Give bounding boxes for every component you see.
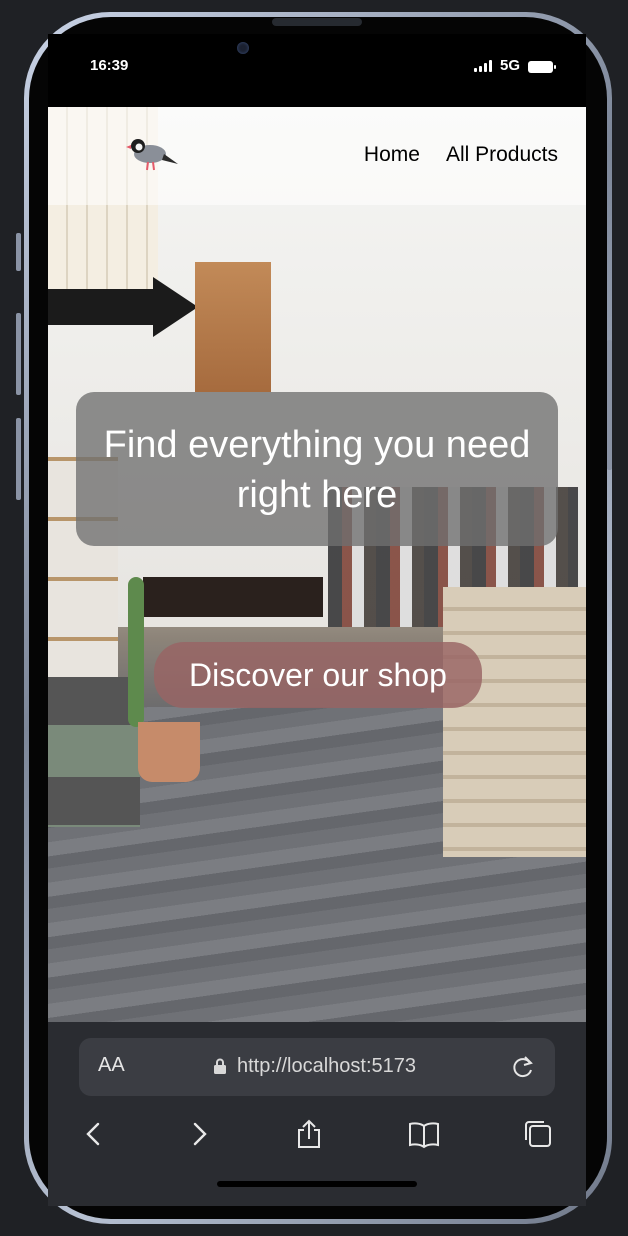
hero-background-image [48,107,586,1022]
network-type: 5G [500,57,521,74]
front-camera [237,42,249,54]
home-indicator[interactable] [217,1181,417,1187]
notch [218,34,418,76]
hero-wooden-sign [195,262,271,392]
hero-cactus [128,577,144,727]
nav-links: Home All Products [364,143,558,167]
silent-switch [16,233,21,271]
top-nav: Home All Products [48,107,586,205]
hero-crate [443,587,586,857]
hero-title: Find everything you need right here [103,424,531,516]
tabs-icon[interactable] [522,1118,554,1150]
nav-link-home[interactable]: Home [364,143,420,167]
status-time: 16:39 [90,57,129,74]
share-icon[interactable] [293,1118,325,1150]
forward-icon[interactable] [183,1118,215,1150]
bird-logo-icon[interactable] [124,130,178,172]
volume-up-button [16,313,21,395]
volume-down-button [16,418,21,500]
hero-suitcases [48,677,140,827]
power-button [607,340,612,470]
hero-table [143,577,323,617]
bookmarks-icon[interactable] [408,1118,440,1150]
text-size-button[interactable]: AA [98,1054,125,1077]
battery-icon [528,61,556,73]
signal-icon [474,60,492,72]
discover-shop-button[interactable]: Discover our shop [154,642,482,708]
nav-link-all-products[interactable]: All Products [446,143,558,167]
url-text[interactable]: http://localhost:5173 [237,1055,416,1078]
back-icon[interactable] [78,1118,110,1150]
hero-plant-pot [138,722,200,782]
reload-icon[interactable] [510,1054,536,1080]
lock-icon [214,1058,226,1074]
speaker [272,18,362,26]
